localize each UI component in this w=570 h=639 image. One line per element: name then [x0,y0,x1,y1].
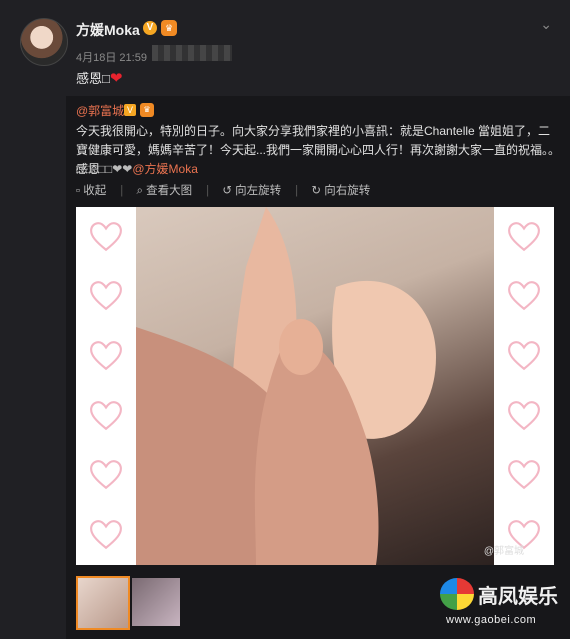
mention-link[interactable]: @方媛Moka [132,162,198,176]
post-text: 感恩□❤ [76,70,123,87]
verified-badge: V [124,104,136,116]
vip-icon: ♛ [140,103,154,117]
heart-outline-icon [90,341,122,371]
signature-text: □□□□□❤❤ [76,162,133,176]
heart-outline-icon [508,341,540,371]
username[interactable]: 方媛Moka [76,20,140,40]
image-toolbar: ▫ 收起 | ⌕ 查看大图 | ↺ 向左旋转 | ↻ 向右旋转 [76,185,371,197]
image-watermark: @郭富城 [483,546,524,557]
heart-outline-icon [90,400,122,430]
heart-strip-right [494,207,554,565]
heart-icon: ❤ [109,70,123,87]
heart-outline-icon [90,221,122,251]
redacted-area [152,45,232,61]
main-photo[interactable]: @郭富城 [76,207,554,565]
site-title: 高凤娱乐 [478,586,558,608]
heart-outline-icon [508,281,540,311]
vip-icon: ♛ [161,20,177,36]
rotate-left-button[interactable]: ↺ 向左旋转 [222,185,281,197]
repost-signature: □□□□□❤❤@方媛Moka [76,160,198,177]
view-large-button[interactable]: ⌕ 查看大图 [136,185,192,197]
hands-illustration [136,207,436,565]
thumbnail-2[interactable] [132,578,180,626]
repost-author-link[interactable]: @郭富城 [76,102,124,119]
rotate-right-button[interactable]: ↻ 向右旋转 [311,185,370,197]
heart-strip-left [76,207,136,565]
heart-outline-icon [508,460,540,490]
heart-outline-icon [90,281,122,311]
site-logo-icon [440,578,474,610]
weibo-card: 方媛Moka V ♛ 4月18日 21:59 ⌄ 感恩□❤ @郭富城 V ♛ 今… [0,0,570,639]
verified-badge: V [143,21,157,35]
thumbnail-1[interactable] [76,576,130,630]
photo-content [136,207,494,565]
chevron-down-icon[interactable]: ⌄ [540,16,552,33]
collapse-button[interactable]: ▫ 收起 [76,185,106,197]
timestamp[interactable]: 4月18日 21:59 [76,49,147,65]
heart-outline-icon [508,221,540,251]
post-text-content: 感恩 [76,71,103,86]
heart-outline-icon [90,460,122,490]
site-url: www.gaobei.com [446,614,537,626]
heart-outline-icon [90,520,122,550]
heart-outline-icon [508,400,540,430]
avatar[interactable] [20,18,68,66]
repost-container: @郭富城 V ♛ 今天我很開心，特別的日子。向大家分享我們家裡的小喜訊：就是Ch… [66,96,570,639]
